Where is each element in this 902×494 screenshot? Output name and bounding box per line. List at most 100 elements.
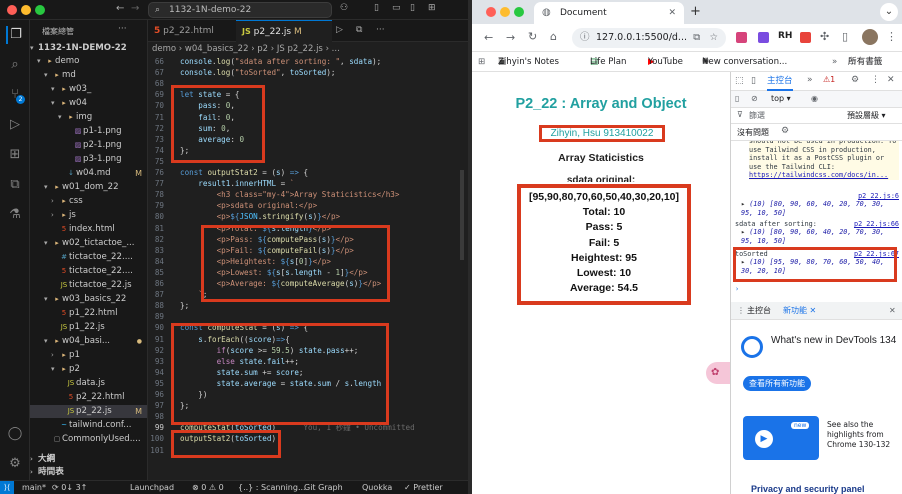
explorer-item[interactable]: ▾ ▸ w02_tictactoe_...: [30, 237, 147, 250]
more-icon[interactable]: ···: [376, 25, 385, 35]
close-tab-icon[interactable]: ✕: [668, 2, 676, 24]
console-settings-icon[interactable]: ⚙: [781, 126, 789, 136]
live-expression-icon[interactable]: ◉: [811, 94, 818, 103]
tab-search-icon[interactable]: ⌄: [880, 3, 898, 21]
extension-rh-icon[interactable]: RH: [778, 31, 792, 41]
translate-icon[interactable]: ⧉: [693, 28, 700, 48]
explorer-item[interactable]: ~ tailwind.conf...: [30, 419, 147, 432]
chrome-minimize-button[interactable]: [500, 7, 510, 17]
apps-icon[interactable]: ⊞: [478, 52, 485, 72]
breadcrumb[interactable]: demo › w04_basics_22 › p2 › JS p2_22.js …: [148, 42, 468, 56]
extensions-icon[interactable]: ⊞: [6, 146, 24, 164]
settings-gear-icon[interactable]: ⚙: [851, 75, 859, 85]
code-line[interactable]: 84 <p>Heightest: ${s[0]}</p>: [148, 256, 468, 267]
context-selector[interactable]: top ▾: [771, 94, 791, 103]
explorer-item[interactable]: JS tictactoe_22.js: [30, 279, 147, 292]
code-line[interactable]: 95 state.average = state.sum / s.length: [148, 378, 468, 389]
copilot-icon[interactable]: ⚇: [340, 3, 348, 13]
log-level-select[interactable]: 預設層級 ▾: [847, 110, 886, 121]
site-info-icon[interactable]: ⓘ: [580, 28, 590, 48]
extensions-puzzle-icon[interactable]: ✣: [820, 30, 829, 43]
code-line[interactable]: 85 <p>Lowest: ${s[s.length - 1]}</p>: [148, 267, 468, 278]
explorer-item[interactable]: ▾ ▸ md: [30, 69, 147, 82]
chrome-zoom-button[interactable]: [514, 7, 524, 17]
sidebar-toggle-icon[interactable]: ▯: [735, 94, 739, 103]
explorer-item[interactable]: 5 tictactoe_22....: [30, 265, 147, 278]
console-prompt[interactable]: ›: [735, 285, 899, 294]
log1-array[interactable]: ▸ (10) [80, 90, 60, 40, 20, 70, 30, 95, …: [741, 200, 891, 217]
layout-panel-icon[interactable]: ▭: [392, 3, 401, 13]
explorer-item[interactable]: ▨ p3-1.png: [30, 153, 147, 166]
code-line[interactable]: 87 `;: [148, 289, 468, 300]
remote-explorer-icon[interactable]: ⧉: [6, 176, 24, 194]
code-line[interactable]: 78 <h3 class="my-4">Array Staticistics</…: [148, 189, 468, 200]
video-thumbnail[interactable]: new ▶: [743, 416, 819, 460]
reload-icon[interactable]: ↻: [528, 30, 537, 43]
branch-indicator[interactable]: main*: [22, 481, 46, 494]
floating-assistant-icon[interactable]: ✿: [706, 362, 730, 384]
workspace-root[interactable]: ▾ 1132-1N-DEMO-22: [30, 42, 147, 55]
tab-console[interactable]: 主控台: [767, 72, 793, 91]
extension-purple-icon[interactable]: [758, 32, 769, 43]
code-line[interactable]: 80 <p>${JSON.stringify(s)}</p>: [148, 211, 468, 222]
testing-icon[interactable]: ⚗: [6, 206, 24, 224]
sync-indicator[interactable]: ⟳ 0↓ 3↑: [52, 481, 87, 494]
more-actions-icon[interactable]: ···: [118, 24, 127, 34]
clear-console-icon[interactable]: ⊘: [751, 94, 758, 103]
code-line[interactable]: 98: [148, 411, 468, 422]
explorer-item[interactable]: › ▸ p1: [30, 349, 147, 362]
drawer-menu-icon[interactable]: ⋮: [737, 302, 745, 320]
tab-document[interactable]: ◍ Document ✕: [534, 2, 684, 24]
code-line[interactable]: 88};: [148, 300, 468, 311]
explorer-item[interactable]: ▾ ▸ w04_basi... ●: [30, 335, 147, 348]
code-line[interactable]: 86 <p>Average: ${computeAverage(s)}</p>: [148, 278, 468, 289]
see-all-features-button[interactable]: 查看所有新功能: [743, 376, 811, 391]
back-arrow-icon[interactable]: ←: [116, 3, 124, 14]
back-icon[interactable]: ←: [484, 31, 493, 44]
code-line[interactable]: 76 const outputStat2 = (s) => {: [148, 167, 468, 178]
extension-red-icon[interactable]: [800, 32, 811, 43]
more-tabs-icon[interactable]: »: [807, 75, 813, 85]
sidepanel-icon[interactable]: ▯: [842, 30, 848, 43]
explorer-item[interactable]: JS p1_22.js: [30, 321, 147, 334]
code-line[interactable]: 74};: [148, 145, 468, 156]
code-line[interactable]: 99 computeStat(toSorted) You, 1 秒鐘 • Unco…: [148, 422, 468, 433]
code-line[interactable]: 83 <p>Fail: ${computeFail(s)}</p>: [148, 245, 468, 256]
code-line[interactable]: 100 outputStat2(toSorted): [148, 433, 468, 444]
chrome-menu-icon[interactable]: ⋮: [886, 30, 897, 43]
run-debug-icon[interactable]: ▷: [6, 116, 24, 134]
forward-arrow-icon[interactable]: →: [131, 3, 139, 14]
extension-pink-icon[interactable]: [736, 32, 747, 43]
code-line[interactable]: 101: [148, 445, 468, 456]
account-icon[interactable]: ◯: [6, 425, 24, 443]
explorer-item[interactable]: › ▸ css: [30, 195, 147, 208]
explorer-item[interactable]: ▾ ▸ img: [30, 111, 147, 124]
address-bar[interactable]: ⓘ 127.0.0.1:5500/d... ⧉ ☆: [572, 28, 726, 48]
explorer-item[interactable]: ↓ w04.md M: [30, 167, 147, 180]
code-line[interactable]: 70 pass: 0,: [148, 100, 468, 111]
code-line[interactable]: 67 console.log("toSorted", toSorted);: [148, 67, 468, 78]
remote-indicator-icon[interactable]: ⟩⟨: [0, 481, 14, 494]
explorer-item[interactable]: JS data.js: [30, 377, 147, 390]
outline-section[interactable]: › 大綱: [30, 453, 147, 466]
code-line[interactable]: 79 <p>sdata original:</p>: [148, 200, 468, 211]
code-line[interactable]: 97};: [148, 400, 468, 411]
explorer-item[interactable]: ▾ ▸ p2: [30, 363, 147, 376]
layout-sidebar-icon[interactable]: ▯: [374, 3, 379, 13]
code-line[interactable]: 82 <p>Pass: ${computePass(s)}</p>: [148, 234, 468, 245]
close-window-button[interactable]: [7, 5, 17, 15]
code-line[interactable]: 69 let state = {: [148, 89, 468, 100]
split-editor-icon[interactable]: ⧉: [356, 25, 362, 35]
explorer-item[interactable]: ▨ p1-1.png: [30, 125, 147, 138]
code-line[interactable]: 66 console.log("sdata after sorting: ", s…: [148, 56, 468, 67]
code-line[interactable]: 75: [148, 156, 468, 167]
explorer-item[interactable]: ▾ ▸ w01_dom_22: [30, 181, 147, 194]
code-line[interactable]: 68: [148, 78, 468, 89]
editor-scrollbar[interactable]: [460, 170, 464, 260]
close-devtools-icon[interactable]: ✕: [887, 75, 895, 85]
minimize-window-button[interactable]: [21, 5, 31, 15]
command-center-search[interactable]: ⌕ 1132-1N-demo-22: [148, 2, 332, 18]
explorer-item[interactable]: 5 p1_22.html: [30, 307, 147, 320]
explorer-item[interactable]: › ▸ js: [30, 209, 147, 222]
inspect-element-icon[interactable]: ⬚: [735, 76, 744, 86]
